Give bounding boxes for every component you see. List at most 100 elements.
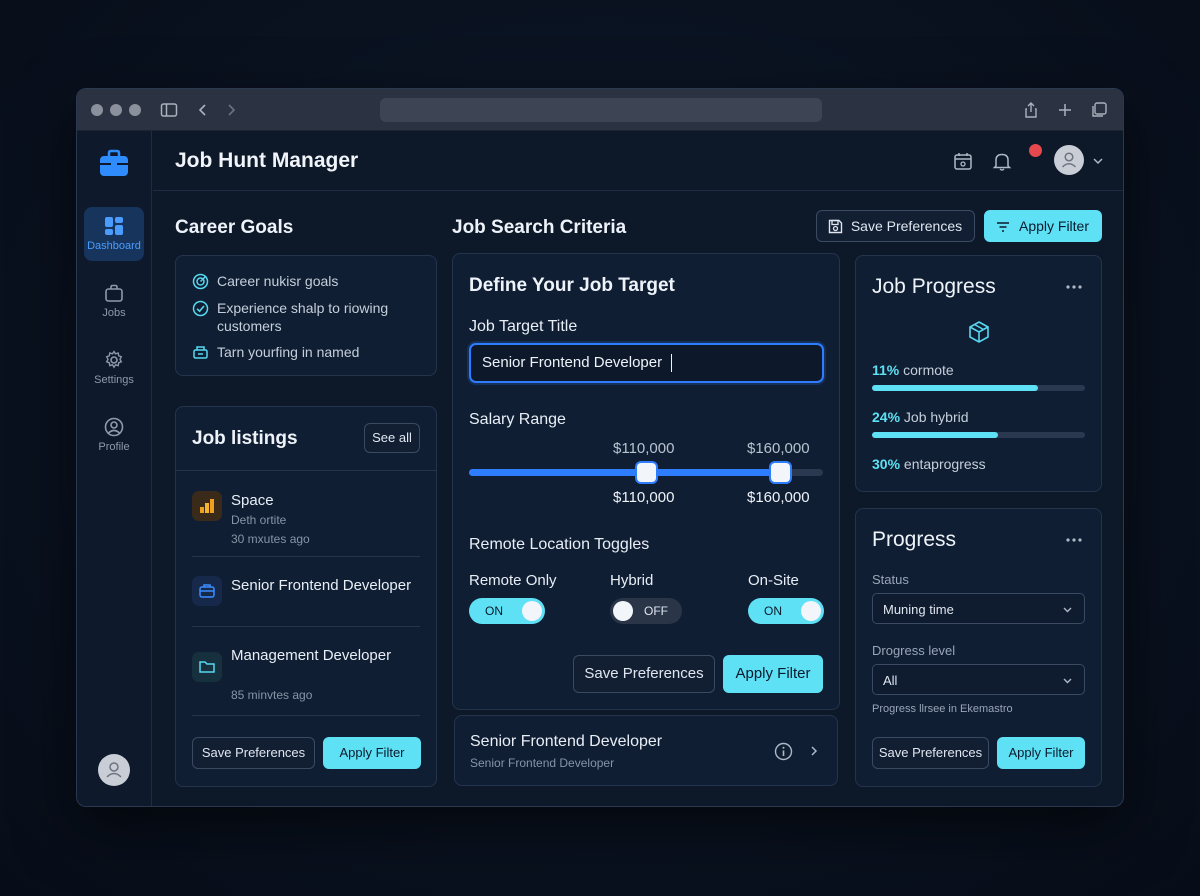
goal-item: Experience shalp to riowing customers	[192, 300, 427, 335]
more-options-icon[interactable]	[1065, 537, 1083, 543]
listing-logo	[192, 491, 222, 521]
save-preferences-button[interactable]: Save Preferences	[192, 737, 315, 769]
page-title: Job Hunt Manager	[175, 149, 359, 172]
progress-item-text: 30% entaprogress	[872, 456, 986, 472]
apply-filter-button[interactable]: Apply Filter	[997, 737, 1085, 769]
progress-level-label: Drogress level	[872, 643, 956, 658]
salary-slider-fill	[469, 469, 781, 476]
salary-max-top: $160,000	[747, 440, 810, 457]
award-icon	[193, 346, 208, 359]
apply-filter-button[interactable]: Apply Filter	[723, 655, 823, 693]
toggle-label-hybrid: Hybrid	[610, 572, 654, 589]
dashboard-icon	[105, 217, 123, 235]
toggle-state: OFF	[644, 604, 668, 618]
more-options-icon[interactable]	[1065, 284, 1083, 290]
bell-icon[interactable]	[991, 150, 1013, 172]
window-close-dot[interactable]	[91, 104, 103, 116]
forward-icon[interactable]	[221, 100, 241, 120]
save-icon	[828, 219, 843, 234]
see-all-button[interactable]: See all	[364, 423, 420, 453]
listing-logo	[192, 652, 222, 682]
share-icon[interactable]	[1021, 100, 1041, 120]
listing-time: 85 minvtes ago	[231, 688, 313, 702]
progress-item-text: 24% Job hybrid	[872, 409, 969, 425]
progress-bar	[872, 432, 1085, 438]
sidebar-item-settings[interactable]: Settings	[84, 341, 144, 395]
salary-slider-track[interactable]	[469, 463, 823, 482]
salary-max-value: $160,000	[747, 489, 810, 506]
result-row[interactable]: Senior Frontend Developer Senior Fronten…	[454, 715, 838, 786]
job-target-card: Define Your Job Target Job Target Title …	[452, 253, 840, 710]
save-preferences-button[interactable]: Save Preferences	[573, 655, 715, 693]
goal-item: Career nukisr goals	[192, 273, 427, 290]
progress-card: Progress Status Muning time Drogress lev…	[855, 508, 1102, 787]
button-label: Apply Filter	[1018, 218, 1090, 234]
window-minimize-dot[interactable]	[110, 104, 122, 116]
chevron-right-icon[interactable]	[807, 744, 821, 758]
apply-filter-button[interactable]: Apply Filter	[323, 737, 421, 769]
salary-min-handle[interactable]	[636, 463, 656, 482]
window-maximize-dot[interactable]	[129, 104, 141, 116]
status-select[interactable]: Muning time	[872, 593, 1085, 624]
tabs-overview-icon[interactable]	[1089, 100, 1109, 120]
sidebar-item-dashboard[interactable]: Dashboard	[84, 207, 144, 261]
chevron-down-icon	[1063, 607, 1072, 613]
divider	[192, 715, 420, 716]
salary-min-top: $110,000	[613, 440, 675, 457]
chevron-down-icon[interactable]	[1091, 154, 1105, 168]
avatar[interactable]	[98, 754, 130, 786]
progress-item-text: 11% cormote	[872, 362, 954, 378]
goal-text: Experience shalp to riowing customers	[217, 300, 389, 334]
text-caret	[671, 354, 672, 372]
job-target-input[interactable]: Senior Frontend Developer	[469, 343, 824, 383]
listing-logo	[192, 576, 222, 606]
sidebar-item-jobs[interactable]: Jobs	[84, 274, 144, 328]
progress-label: cormote	[903, 362, 954, 378]
progress-percent: 24%	[872, 409, 901, 425]
sidebar-toggle-icon[interactable]	[159, 100, 179, 120]
bar-chart-logo-icon	[200, 499, 214, 513]
toggle-knob	[613, 601, 633, 621]
sidebar: Dashboard Jobs Settings Profile	[77, 131, 152, 806]
divider	[192, 626, 420, 627]
card-title: Define Your Job Target	[469, 275, 675, 296]
info-icon[interactable]	[774, 742, 793, 761]
sidebar-item-label: Settings	[94, 374, 134, 386]
apply-filter-button[interactable]: Apply Filter	[984, 210, 1102, 242]
briefcase-icon	[199, 584, 215, 598]
back-icon[interactable]	[193, 100, 213, 120]
toggle-label-remote: Remote Only	[469, 572, 557, 589]
listing-title: Senior Frontend Developer	[231, 577, 412, 594]
briefcase-icon	[105, 284, 123, 302]
on-site-toggle[interactable]: ON	[748, 598, 824, 624]
new-tab-icon[interactable]	[1055, 100, 1075, 120]
listing-subtitle: Deth ortite	[231, 513, 287, 527]
remote-only-toggle[interactable]: ON	[469, 598, 545, 624]
calendar-icon[interactable]	[952, 150, 974, 172]
save-preferences-button[interactable]: Save Preferences	[816, 210, 975, 242]
app-header: Job Hunt Manager	[153, 131, 1123, 191]
goal-text: Career nukisr goals	[217, 273, 339, 289]
url-bar[interactable]	[380, 98, 822, 122]
check-circle-icon	[192, 300, 209, 317]
briefcase-logo-icon	[100, 149, 128, 176]
job-listings-card: Job listings See all Space Deth ortite 3…	[175, 406, 437, 787]
progress-title: Progress	[872, 528, 957, 551]
toggle-knob	[801, 601, 821, 621]
progress-level-select[interactable]: All	[872, 664, 1085, 695]
sidebar-item-profile[interactable]: Profile	[84, 408, 144, 462]
button-label: Save Preferences	[850, 218, 963, 234]
sidebar-item-label: Jobs	[102, 307, 126, 319]
notification-badge	[1029, 144, 1042, 157]
listing-title: Space	[231, 492, 274, 509]
progress-fill	[872, 432, 998, 438]
hybrid-toggle[interactable]: OFF	[610, 598, 682, 624]
salary-max-handle[interactable]	[771, 463, 791, 482]
header-avatar[interactable]	[1054, 145, 1084, 175]
listing-title: Management Developer	[231, 647, 392, 664]
progress-level-value: All	[883, 673, 898, 688]
listing-time: 30 mxutes ago	[231, 532, 310, 546]
save-preferences-button[interactable]: Save Preferences	[872, 737, 989, 769]
browser-chrome	[77, 89, 1123, 131]
divider	[176, 470, 436, 471]
